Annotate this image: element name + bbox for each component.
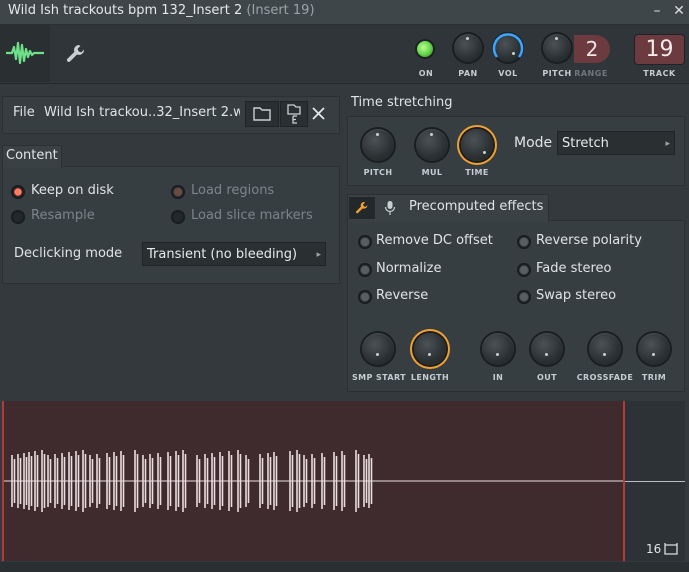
out-knob[interactable] bbox=[531, 333, 563, 365]
content-header: Content bbox=[6, 148, 58, 163]
load-slice-markers-radio[interactable] bbox=[171, 210, 185, 224]
declicking-mode-label: Declicking mode bbox=[14, 246, 123, 261]
ts-pitch-knob[interactable] bbox=[362, 129, 394, 161]
track-number-display[interactable]: 19 bbox=[635, 35, 684, 64]
close-icon bbox=[312, 107, 325, 120]
mode-select[interactable]: Stretch ▸ bbox=[557, 131, 675, 155]
end-marker[interactable] bbox=[623, 401, 625, 561]
fade-stereo-radio[interactable] bbox=[517, 263, 531, 277]
out-label: OUT bbox=[537, 373, 557, 382]
pitch-label: PITCH bbox=[542, 69, 572, 78]
trim-label: TRIM bbox=[641, 373, 667, 382]
reverse-radio[interactable] bbox=[358, 290, 372, 304]
pan-knob[interactable] bbox=[454, 34, 482, 62]
pitch-knob[interactable] bbox=[543, 34, 571, 62]
smp-start-label: SMP START bbox=[352, 373, 407, 382]
swap-stereo-label[interactable]: Swap stereo bbox=[536, 288, 616, 303]
keep-on-disk-label[interactable]: Keep on disk bbox=[31, 183, 114, 198]
waveform-icon bbox=[6, 41, 44, 65]
track-label: TRACK bbox=[643, 69, 676, 78]
in-knob[interactable] bbox=[482, 333, 514, 365]
reverse-polarity-radio[interactable] bbox=[517, 235, 531, 249]
zoom-button[interactable] bbox=[663, 542, 679, 556]
wrench-icon bbox=[66, 45, 85, 62]
in-label: IN bbox=[492, 373, 504, 382]
ts-mul-label: MUL bbox=[421, 168, 443, 177]
waveform-graphic bbox=[2, 450, 624, 512]
zoom-value: 16 bbox=[646, 542, 662, 556]
resample-label[interactable]: Resample bbox=[31, 208, 95, 223]
vol-ring-icon bbox=[492, 33, 524, 58]
precomputed-mic-button[interactable] bbox=[381, 199, 399, 217]
close-button[interactable]: ✕ bbox=[670, 2, 688, 20]
pitch-range-display[interactable]: 2 bbox=[574, 35, 610, 63]
crossfade-label: CROSSFADE bbox=[576, 373, 634, 382]
load-regions-label[interactable]: Load regions bbox=[191, 183, 274, 198]
edit-file-button[interactable] bbox=[280, 101, 308, 127]
remove-file-button[interactable] bbox=[308, 101, 330, 125]
normalize-label[interactable]: Normalize bbox=[376, 261, 441, 276]
waveform-margin bbox=[624, 401, 685, 561]
chevron-right-icon: ▸ bbox=[316, 250, 321, 260]
ts-time-label: TIME bbox=[465, 168, 489, 177]
keep-on-disk-radio[interactable] bbox=[11, 185, 25, 199]
vol-label: VOL bbox=[498, 69, 518, 78]
declicking-mode-value: Transient (no bleeding) bbox=[147, 247, 298, 262]
length-label: LENGTH bbox=[410, 373, 450, 382]
precomputed-wrench-button[interactable] bbox=[349, 197, 375, 219]
on-led-toggle[interactable] bbox=[417, 41, 433, 57]
load-slice-markers-label[interactable]: Load slice markers bbox=[191, 208, 313, 223]
vol-knob[interactable] bbox=[492, 33, 524, 62]
ts-time-knob[interactable] bbox=[461, 129, 493, 161]
microphone-icon bbox=[384, 201, 396, 215]
smp-start-knob[interactable] bbox=[362, 333, 394, 365]
precomputed-header: Precomputed effects bbox=[409, 199, 544, 214]
fade-stereo-label[interactable]: Fade stereo bbox=[536, 261, 612, 276]
resample-radio[interactable] bbox=[11, 210, 25, 224]
bottom-strip bbox=[0, 562, 689, 572]
resize-icon bbox=[664, 543, 678, 555]
wrench-icon bbox=[355, 202, 368, 214]
waveform-baseline bbox=[624, 481, 685, 482]
tab-sample[interactable] bbox=[0, 25, 50, 82]
swap-stereo-radio[interactable] bbox=[517, 290, 531, 304]
folder-icon bbox=[253, 107, 271, 121]
minimize-button[interactable]: – bbox=[648, 2, 666, 20]
reverse-polarity-label[interactable]: Reverse polarity bbox=[536, 233, 642, 248]
trim-knob[interactable] bbox=[638, 333, 670, 365]
range-label: RANGE bbox=[574, 69, 608, 78]
crossfade-knob[interactable] bbox=[589, 333, 621, 365]
on-label: ON bbox=[418, 69, 434, 78]
file-label: File bbox=[13, 105, 35, 120]
window-title: Wild Ish trackouts bpm 132_Insert 2 (Ins… bbox=[8, 3, 315, 18]
file-name[interactable]: Wild Ish trackou..32_Insert 2.wav bbox=[44, 105, 240, 120]
remove-dc-radio[interactable] bbox=[358, 235, 372, 249]
declicking-mode-select[interactable]: Transient (no bleeding) ▸ bbox=[142, 242, 326, 266]
file-edit-icon bbox=[287, 104, 301, 124]
window-title-text: Wild Ish trackouts bpm 132_Insert 2 bbox=[8, 3, 243, 18]
mode-value: Stretch bbox=[562, 136, 609, 151]
start-marker[interactable] bbox=[2, 401, 4, 561]
mode-label: Mode bbox=[514, 135, 553, 151]
pan-label: PAN bbox=[458, 69, 478, 78]
ts-pitch-label: PITCH bbox=[363, 168, 393, 177]
time-stretching-header: Time stretching bbox=[351, 95, 453, 110]
load-regions-radio[interactable] bbox=[171, 185, 185, 199]
reverse-label[interactable]: Reverse bbox=[376, 288, 428, 303]
normalize-radio[interactable] bbox=[358, 263, 372, 277]
window-subtitle: (Insert 19) bbox=[246, 3, 315, 18]
length-knob[interactable] bbox=[414, 333, 446, 365]
remove-dc-label[interactable]: Remove DC offset bbox=[376, 233, 493, 248]
open-file-button[interactable] bbox=[245, 101, 279, 127]
chevron-right-icon: ▸ bbox=[665, 139, 670, 149]
waveform-view[interactable] bbox=[2, 401, 624, 561]
ts-mul-knob[interactable] bbox=[416, 129, 448, 161]
tab-settings[interactable] bbox=[52, 25, 100, 82]
